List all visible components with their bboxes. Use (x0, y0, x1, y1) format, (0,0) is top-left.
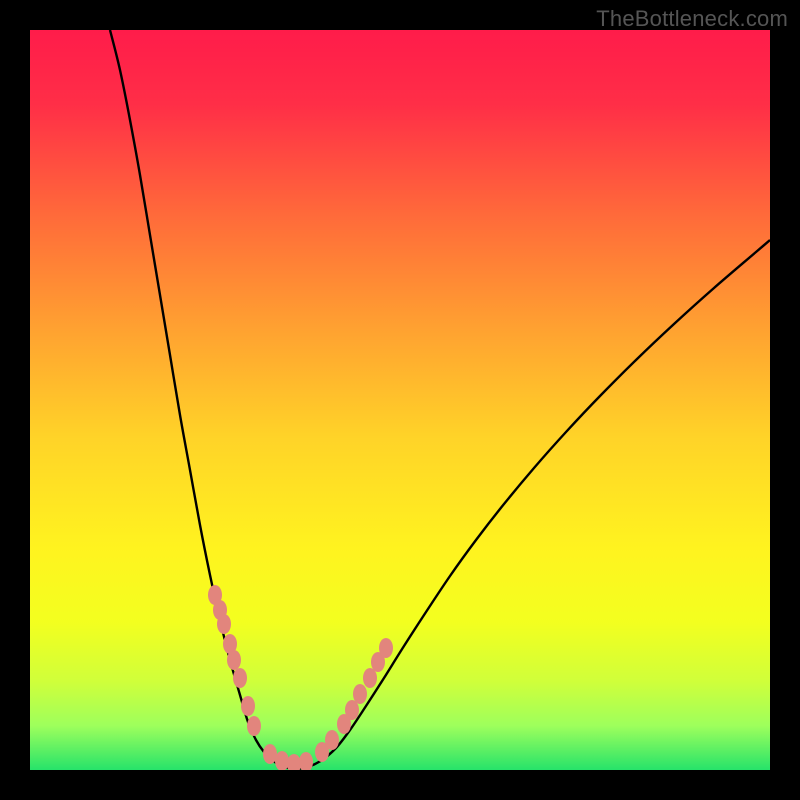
bottleneck-curve (110, 30, 770, 769)
curve-right-branch (296, 240, 770, 769)
scatter-dot (287, 754, 301, 770)
scatter-dot (217, 614, 231, 634)
curve-layer (30, 30, 770, 770)
scatter-dot (247, 716, 261, 736)
watermark-text: TheBottleneck.com (596, 6, 788, 32)
scatter-dot (275, 751, 289, 770)
scatter-dot (325, 730, 339, 750)
outer-frame: TheBottleneck.com (0, 0, 800, 800)
scatter-dot (241, 696, 255, 716)
curve-left-branch (110, 30, 296, 769)
scatter-dot (363, 668, 377, 688)
plot-area (30, 30, 770, 770)
scatter-dot (233, 668, 247, 688)
scatter-dot (263, 744, 277, 764)
scatter-dots (208, 585, 393, 770)
scatter-dot (345, 700, 359, 720)
scatter-dot (299, 752, 313, 770)
scatter-dot (227, 650, 241, 670)
scatter-dot (353, 684, 367, 704)
scatter-dot (379, 638, 393, 658)
